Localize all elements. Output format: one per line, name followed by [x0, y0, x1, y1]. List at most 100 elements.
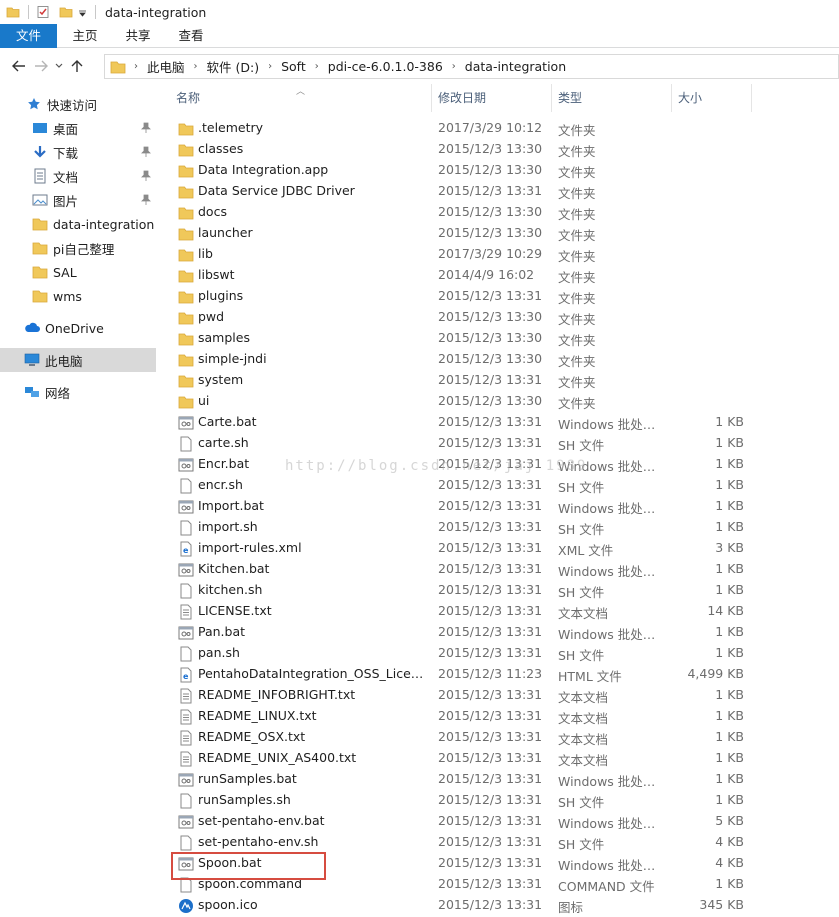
column-date-modified[interactable]: 修改日期: [432, 84, 552, 112]
file-size: 1 KB: [715, 582, 744, 597]
file-row[interactable]: README_OSX.txt 2015/12/3 13:31 文本文档 1 KB: [170, 727, 760, 748]
properties-icon[interactable]: [36, 5, 50, 19]
folder-icon: [178, 123, 194, 136]
sidebar-item-network[interactable]: 网络: [0, 380, 156, 404]
sidebar-item-sal[interactable]: SAL: [0, 260, 156, 284]
file-row[interactable]: import.sh 2015/12/3 13:31 SH 文件 1 KB: [170, 517, 760, 538]
file-row[interactable]: Carte.bat 2015/12/3 13:31 Windows 批处理... 1 …: [170, 412, 760, 433]
sidebar-item-data-integration[interactable]: data-integration: [0, 212, 156, 236]
file-row[interactable]: system 2015/12/3 13:31 文件夹: [170, 370, 760, 391]
address-bar[interactable]: › 此电脑 › 软件 (D:) › Soft › pdi-ce-6.0.1.0-…: [104, 54, 839, 79]
file-row[interactable]: docs 2015/12/3 13:30 文件夹: [170, 202, 760, 223]
sidebar-item-desktop[interactable]: 桌面: [0, 116, 156, 140]
file-row[interactable]: .telemetry 2017/3/29 10:12 文件夹: [170, 118, 760, 139]
sidebar-item-this-pc[interactable]: 此电脑: [0, 348, 156, 372]
sidebar-item-onedrive[interactable]: OneDrive: [0, 316, 156, 340]
file-size: 1 KB: [715, 456, 744, 471]
chevron-right-icon[interactable]: ›: [448, 61, 460, 72]
tab-home[interactable]: 主页: [57, 24, 113, 48]
sidebar-label: 图片: [53, 193, 79, 209]
file-size: 345 KB: [699, 897, 744, 912]
file-row[interactable]: pwd 2015/12/3 13:30 文件夹: [170, 307, 760, 328]
file-name: pwd: [198, 309, 225, 324]
chevron-down-icon: [55, 63, 63, 68]
file-row[interactable]: kitchen.sh 2015/12/3 13:31 SH 文件 1 KB: [170, 580, 760, 601]
file-row[interactable]: runSamples.bat 2015/12/3 13:31 Windows 批处理…: [170, 769, 760, 790]
column-size[interactable]: 大小: [672, 84, 752, 112]
file-type: 文件夹: [558, 165, 596, 180]
sidebar-item-pictures[interactable]: 图片: [0, 188, 156, 212]
file-row[interactable]: spoon.ico 2015/12/3 13:31 图标 345 KB: [170, 895, 760, 916]
file-row[interactable]: Kitchen.bat 2015/12/3 13:31 Windows 批处理...…: [170, 559, 760, 580]
customize-toolbar-chevron-icon[interactable]: [78, 5, 87, 19]
file-date-modified: 2015/12/3 13:31: [438, 498, 543, 513]
sidebar-item-documents[interactable]: 文档: [0, 164, 156, 188]
file-row[interactable]: LICENSE.txt 2015/12/3 13:31 文本文档 14 KB: [170, 601, 760, 622]
forward-button[interactable]: [30, 55, 52, 77]
documents-icon: [32, 168, 48, 184]
file-row[interactable]: runSamples.sh 2015/12/3 13:31 SH 文件 1 KB: [170, 790, 760, 811]
file-row[interactable]: Data Integration.app 2015/12/3 13:30 文件夹: [170, 160, 760, 181]
chevron-right-icon[interactable]: ›: [311, 61, 323, 72]
file-date-modified: 2015/12/3 13:30: [438, 141, 543, 156]
pin-icon: [141, 122, 151, 134]
file-date-modified: 2015/12/3 13:30: [438, 393, 543, 408]
new-folder-icon[interactable]: [59, 5, 73, 19]
file-row[interactable]: plugins 2015/12/3 13:31 文件夹: [170, 286, 760, 307]
tab-view[interactable]: 查看: [163, 24, 219, 48]
chevron-right-icon[interactable]: ›: [190, 61, 202, 72]
tab-share[interactable]: 共享: [113, 24, 163, 48]
download-icon: [32, 144, 48, 160]
file-row[interactable]: Import.bat 2015/12/3 13:31 Windows 批处理... 1…: [170, 496, 760, 517]
file-row[interactable]: Data Service JDBC Driver 2015/12/3 13:31 文…: [170, 181, 760, 202]
file-row[interactable]: ui 2015/12/3 13:30 文件夹: [170, 391, 760, 412]
column-type[interactable]: 类型: [552, 84, 672, 112]
folder-icon: [178, 165, 194, 178]
file-date-modified: 2015/12/3 13:30: [438, 309, 543, 324]
column-name[interactable]: 名称: [170, 84, 432, 112]
file-row[interactable]: Pan.bat 2015/12/3 13:31 Windows 批处理... 1 KB: [170, 622, 760, 643]
file-row[interactable]: README_UNIX_AS400.txt 2015/12/3 13:31 文本文档…: [170, 748, 760, 769]
star-icon: [26, 96, 42, 112]
file-size: 4,499 KB: [687, 666, 744, 681]
file-row[interactable]: lib 2017/3/29 10:29 文件夹: [170, 244, 760, 265]
file-row[interactable]: README_LINUX.txt 2015/12/3 13:31 文本文档 1 KB: [170, 706, 760, 727]
file-row[interactable]: pan.sh 2015/12/3 13:31 SH 文件 1 KB: [170, 643, 760, 664]
file-row[interactable]: carte.sh 2015/12/3 13:31 SH 文件 1 KB: [170, 433, 760, 454]
recent-locations-button[interactable]: [52, 55, 66, 77]
file-row[interactable]: launcher 2015/12/3 13:30 文件夹: [170, 223, 760, 244]
file-row[interactable]: e PentahoDataIntegration_OSS_License... 20…: [170, 664, 760, 685]
breadcrumb-pdi[interactable]: pdi-ce-6.0.1.0-386: [323, 59, 448, 74]
file-row[interactable]: libswt 2014/4/9 16:02 文件夹: [170, 265, 760, 286]
up-button[interactable]: [66, 55, 88, 77]
sidebar-item-wms[interactable]: wms: [0, 284, 156, 308]
breadcrumb-this-pc[interactable]: 此电脑: [142, 57, 190, 76]
file-row[interactable]: set-pentaho-env.sh 2015/12/3 13:31 SH 文件 4 …: [170, 832, 760, 853]
sidebar-item-quick-access[interactable]: 快速访问: [0, 92, 156, 116]
file-row[interactable]: e import-rules.xml 2015/12/3 13:31 XML 文件 3 …: [170, 538, 760, 559]
file-row[interactable]: simple-jndi 2015/12/3 13:30 文件夹: [170, 349, 760, 370]
file-row[interactable]: encr.sh 2015/12/3 13:31 SH 文件 1 KB: [170, 475, 760, 496]
chevron-right-icon[interactable]: ›: [264, 61, 276, 72]
computer-icon: [24, 352, 40, 368]
back-button[interactable]: [8, 55, 30, 77]
file-name: system: [198, 372, 244, 387]
file-type: Windows 批处理...: [558, 774, 664, 789]
file-size: 1 KB: [715, 876, 744, 891]
file-row[interactable]: classes 2015/12/3 13:30 文件夹: [170, 139, 760, 160]
tab-file[interactable]: 文件: [0, 24, 57, 48]
file-row[interactable]: samples 2015/12/3 13:30 文件夹: [170, 328, 760, 349]
file-name: README_UNIX_AS400.txt: [198, 750, 357, 765]
breadcrumb-data-integration[interactable]: data-integration: [460, 59, 571, 74]
breadcrumb-soft[interactable]: Soft: [276, 59, 311, 74]
folder-icon: [6, 7, 20, 18]
sidebar-item-pi-folder[interactable]: pi自己整理: [0, 236, 156, 260]
sidebar-item-downloads[interactable]: 下载: [0, 140, 156, 164]
file-icon: [180, 835, 192, 851]
file-date-modified: 2015/12/3 13:30: [438, 225, 543, 240]
breadcrumb-drive-d[interactable]: 软件 (D:): [202, 57, 265, 76]
file-row[interactable]: README_INFOBRIGHT.txt 2015/12/3 13:31 文本文档…: [170, 685, 760, 706]
folder-icon: [178, 375, 194, 388]
file-date-modified: 2017/3/29 10:12: [438, 120, 543, 135]
file-row[interactable]: set-pentaho-env.bat 2015/12/3 13:31 Window…: [170, 811, 760, 832]
